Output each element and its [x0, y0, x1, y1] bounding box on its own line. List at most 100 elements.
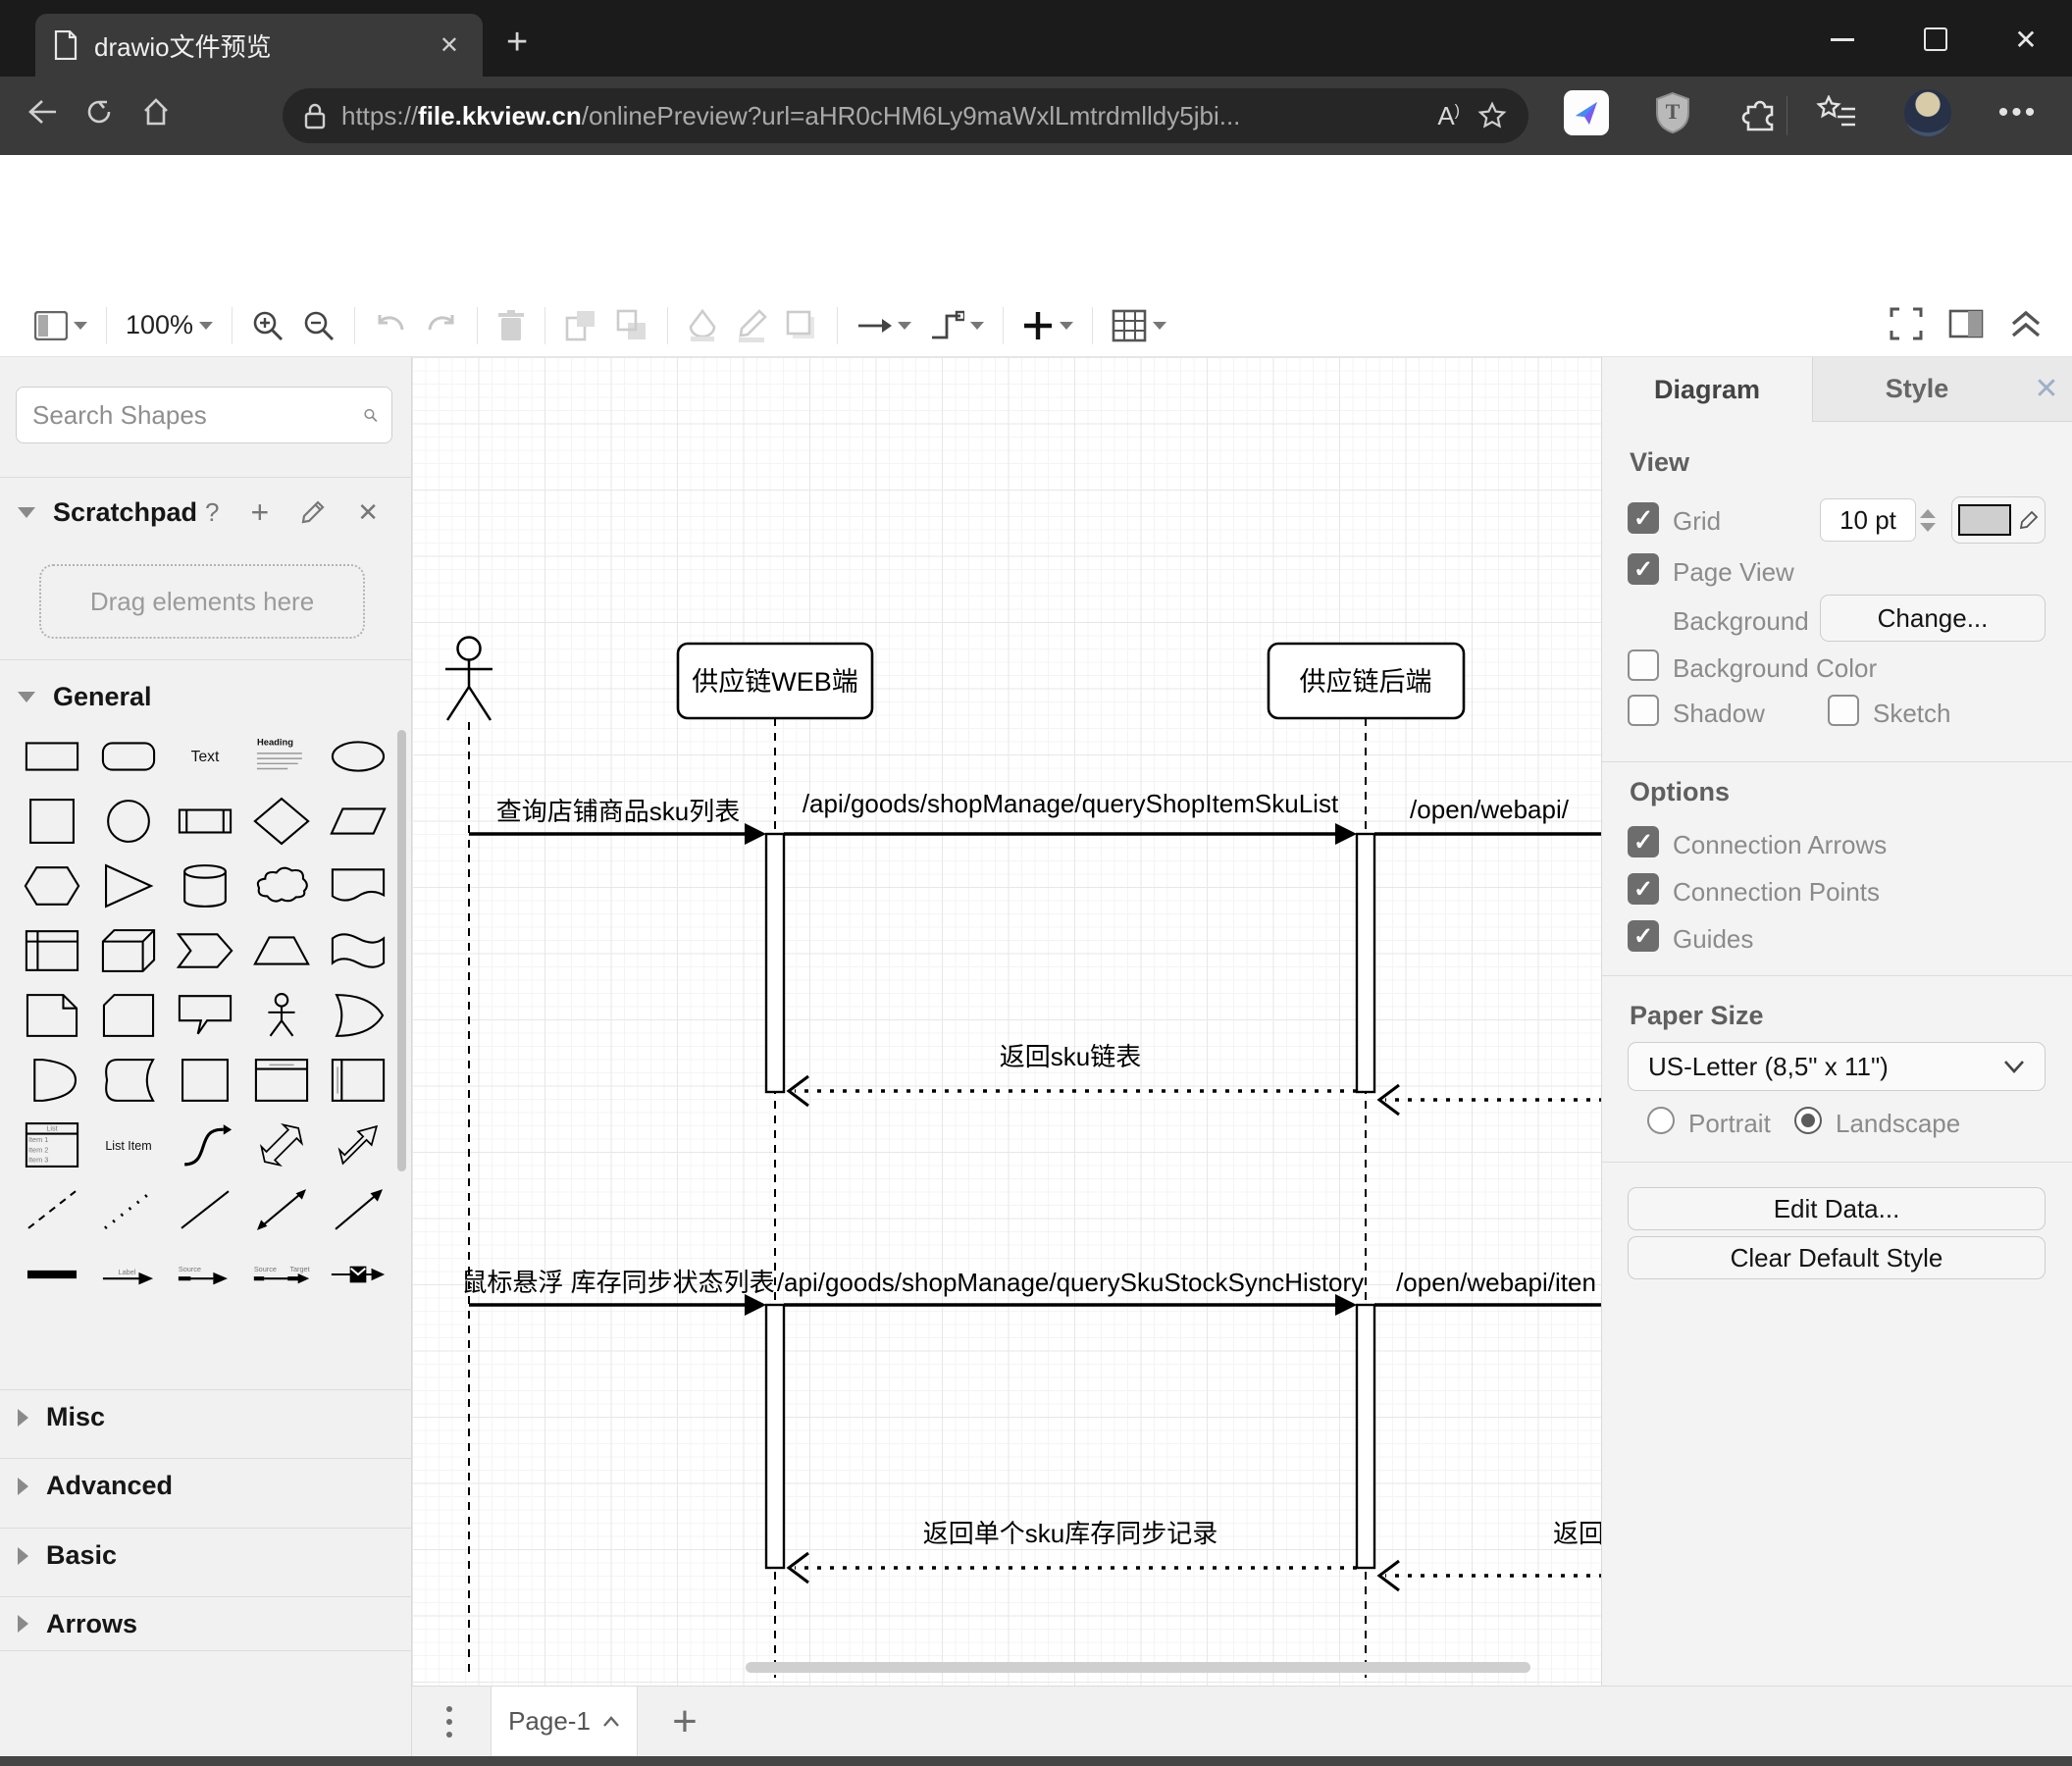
- shape-cloud[interactable]: [243, 854, 320, 918]
- fill-color-button[interactable]: [678, 304, 727, 347]
- shape-internal-storage[interactable]: [14, 918, 90, 983]
- zoom-out-button[interactable]: [293, 304, 344, 347]
- tab-style[interactable]: Style: [1812, 357, 2021, 422]
- grid-size-input[interactable]: 10 pt: [1820, 498, 1916, 542]
- connection-points-checkbox[interactable]: ✓: [1628, 873, 1659, 905]
- refresh-icon[interactable]: [71, 97, 128, 134]
- insert-button[interactable]: [1013, 304, 1082, 347]
- shape-arrow-with-source-label[interactable]: Source: [167, 1242, 243, 1307]
- line-color-button[interactable]: [727, 304, 776, 347]
- shape-arrow-source-target[interactable]: Source Target: [243, 1242, 320, 1307]
- undo-button[interactable]: [365, 304, 416, 347]
- home-icon[interactable]: [128, 97, 184, 134]
- address-bar[interactable]: https://file.kkview.cn/onlinePreview?url…: [283, 88, 1528, 143]
- tab-close-icon[interactable]: ✕: [434, 31, 465, 60]
- shape-actor[interactable]: [243, 983, 320, 1048]
- shape-dotted-line[interactable]: [90, 1177, 167, 1242]
- scratchpad-help-icon[interactable]: ?: [205, 497, 219, 528]
- pages-menu-icon[interactable]: [441, 1700, 457, 1743]
- guides-checkbox[interactable]: ✓: [1628, 920, 1659, 952]
- shape-container[interactable]: [167, 1048, 243, 1113]
- window-maximize-button[interactable]: [1913, 22, 1958, 57]
- add-page-button[interactable]: +: [657, 1694, 712, 1749]
- clear-default-style-button[interactable]: Clear Default Style: [1628, 1236, 2046, 1279]
- extensions-puzzle-icon[interactable]: [1733, 86, 1786, 139]
- shape-rectangle[interactable]: [14, 724, 90, 789]
- actor-figure[interactable]: [445, 636, 492, 721]
- shape-document[interactable]: [320, 854, 396, 918]
- profile-avatar[interactable]: [1901, 86, 1954, 139]
- shape-and[interactable]: [14, 1048, 90, 1113]
- shape-square[interactable]: [14, 789, 90, 854]
- paper-size-select[interactable]: US-Letter (8,5" x 11"): [1628, 1042, 2046, 1091]
- shape-text[interactable]: Text: [167, 724, 243, 789]
- collections-icon[interactable]: [1809, 86, 1862, 139]
- canvas-horizontal-scrollbar[interactable]: [746, 1662, 1530, 1673]
- shape-search-box[interactable]: [16, 387, 392, 443]
- extension-shield-icon[interactable]: T: [1646, 86, 1699, 139]
- activation-bar[interactable]: [1355, 832, 1376, 1094]
- page-view-checkbox[interactable]: ✓: [1628, 553, 1659, 585]
- back-icon[interactable]: [14, 98, 71, 133]
- delete-button[interactable]: [488, 304, 535, 347]
- activation-bar[interactable]: [764, 1303, 786, 1570]
- table-button[interactable]: [1103, 304, 1175, 347]
- shape-directional-connector[interactable]: [320, 1177, 396, 1242]
- section-advanced[interactable]: Advanced: [0, 1458, 412, 1513]
- shape-or[interactable]: [320, 983, 396, 1048]
- scratchpad-edit-icon[interactable]: [300, 499, 326, 525]
- shape-line[interactable]: [167, 1177, 243, 1242]
- shadow-checkbox[interactable]: [1628, 695, 1659, 726]
- shape-step[interactable]: [167, 918, 243, 983]
- zoom-in-button[interactable]: [242, 304, 293, 347]
- shape-list-item[interactable]: List Item: [90, 1113, 167, 1177]
- browser-menu-icon[interactable]: •••: [1992, 86, 2045, 139]
- shape-rounded-rectangle[interactable]: [90, 724, 167, 789]
- scratchpad-add-icon[interactable]: +: [251, 494, 270, 531]
- page-tab[interactable]: Page-1: [491, 1687, 638, 1756]
- grid-checkbox[interactable]: ✓: [1628, 502, 1659, 534]
- browser-tab[interactable]: drawio文件预览 ✕: [35, 14, 483, 77]
- shape-tape[interactable]: [320, 918, 396, 983]
- shape-dashed-line[interactable]: [14, 1177, 90, 1242]
- edit-data-button[interactable]: Edit Data...: [1628, 1187, 2046, 1230]
- scratchpad-section[interactable]: Scratchpad ? + ✕: [0, 485, 412, 540]
- shape-process[interactable]: [167, 789, 243, 854]
- diagram-canvas[interactable]: 供应链WEB端 供应链后端 查询店铺商品sku列表 /api/goods/sho…: [412, 357, 1601, 1686]
- shape-cylinder[interactable]: [167, 854, 243, 918]
- background-color-checkbox[interactable]: [1628, 649, 1659, 681]
- shape-hexagon[interactable]: [14, 854, 90, 918]
- shape-arrow-with-label[interactable]: Label: [90, 1242, 167, 1307]
- shape-parallelogram[interactable]: [320, 789, 396, 854]
- shape-curve[interactable]: [167, 1113, 243, 1177]
- fullscreen-icon[interactable]: [1890, 307, 1923, 345]
- shape-ellipse[interactable]: [320, 724, 396, 789]
- shape-diamond[interactable]: [243, 789, 320, 854]
- to-front-button[interactable]: [555, 304, 606, 347]
- tab-diagram[interactable]: Diagram: [1602, 357, 1812, 422]
- shape-container-title[interactable]: [243, 1048, 320, 1113]
- shape-textbox[interactable]: Heading: [243, 724, 320, 789]
- sidebar-scrollbar[interactable]: [397, 730, 406, 1171]
- section-basic[interactable]: Basic: [0, 1528, 412, 1583]
- waypoint-style-button[interactable]: [920, 304, 993, 347]
- connection-style-button[interactable]: [848, 304, 920, 347]
- grid-color-button[interactable]: [1951, 496, 2046, 544]
- shape-triangle[interactable]: [90, 854, 167, 918]
- background-change-button[interactable]: Change...: [1820, 595, 2046, 642]
- scratchpad-dropzone[interactable]: Drag elements here: [39, 564, 365, 639]
- search-input[interactable]: [30, 398, 363, 432]
- shape-note[interactable]: [14, 983, 90, 1048]
- shape-callout[interactable]: [167, 983, 243, 1048]
- connection-arrows-checkbox[interactable]: ✓: [1628, 826, 1659, 857]
- section-misc[interactable]: Misc: [0, 1389, 412, 1444]
- shape-bidirectional-arrow[interactable]: [243, 1113, 320, 1177]
- toggle-outline-button[interactable]: [26, 304, 96, 347]
- section-arrows[interactable]: Arrows: [0, 1596, 412, 1651]
- landscape-radio[interactable]: [1794, 1107, 1822, 1134]
- window-minimize-button[interactable]: [1820, 22, 1865, 57]
- shape-card[interactable]: [90, 983, 167, 1048]
- new-tab-button[interactable]: +: [506, 22, 528, 64]
- shape-link[interactable]: [14, 1242, 90, 1307]
- activation-bar[interactable]: [1355, 1303, 1376, 1570]
